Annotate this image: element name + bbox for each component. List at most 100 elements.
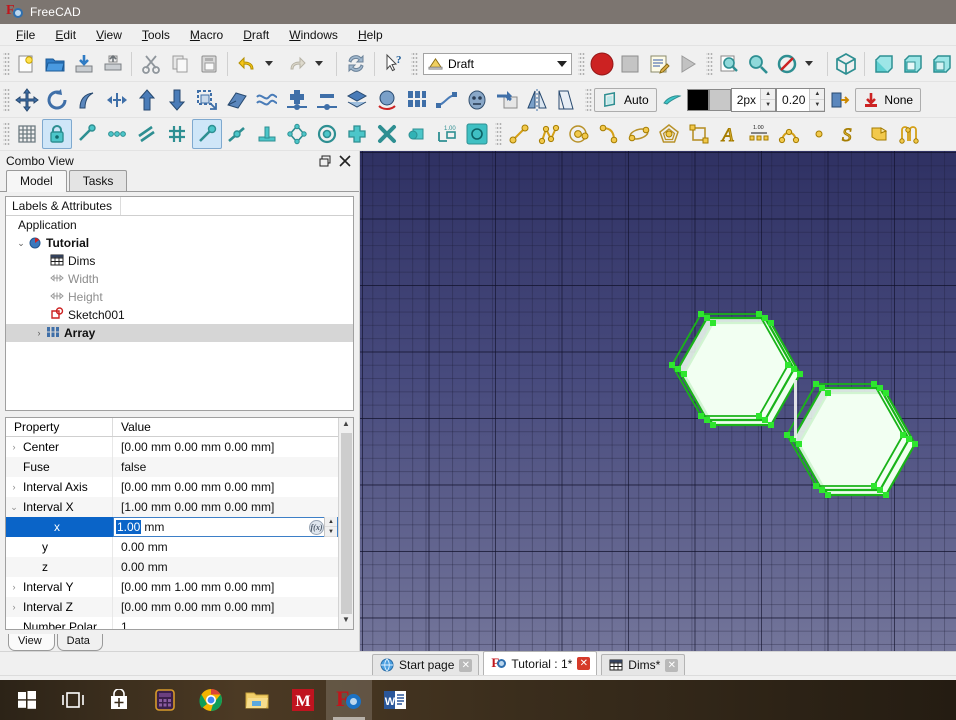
- toolbar-grip[interactable]: [3, 122, 10, 146]
- add-point-icon[interactable]: [282, 85, 312, 115]
- line-color-swatch[interactable]: [687, 89, 709, 111]
- join-icon[interactable]: [372, 85, 402, 115]
- circle-icon[interactable]: [564, 119, 594, 149]
- property-editor[interactable]: Property Value ›Center [0.00 mm 0.00 mm …: [5, 417, 354, 630]
- toolbar-grip[interactable]: [3, 52, 10, 76]
- microsoft-word[interactable]: W: [372, 680, 418, 720]
- file-explorer[interactable]: [234, 680, 280, 720]
- chevron-down-icon[interactable]: ⌄: [14, 238, 28, 249]
- snap-extension-icon[interactable]: [222, 119, 252, 149]
- tab-tasks[interactable]: Tasks: [69, 170, 128, 191]
- google-chrome[interactable]: [188, 680, 234, 720]
- line-color-icon[interactable]: [657, 85, 687, 115]
- snap-intersection-icon[interactable]: [372, 119, 402, 149]
- property-row-interval-y[interactable]: ›Interval Y [0.00 mm 1.00 mm 0.00 mm]: [6, 577, 338, 597]
- toggle-grid-icon[interactable]: [462, 119, 492, 149]
- whats-this-icon[interactable]: ?: [379, 49, 408, 79]
- snap-center-icon[interactable]: [312, 119, 342, 149]
- shape-2d-view-icon[interactable]: [222, 85, 252, 115]
- fx-expression-icon[interactable]: f(x): [309, 520, 324, 535]
- zoom-box-icon[interactable]: [743, 49, 772, 79]
- snap-ortho-icon[interactable]: [342, 119, 372, 149]
- cut-icon[interactable]: [136, 49, 165, 79]
- hexagonal-prism-2[interactable]: [784, 381, 918, 498]
- property-row-x[interactable]: x 1.00 mm f(x) ▲▼: [6, 517, 338, 537]
- draw-style-icon[interactable]: [772, 49, 801, 79]
- tab-model[interactable]: Model: [6, 170, 67, 192]
- toolbar-grip[interactable]: [495, 122, 502, 146]
- snap-lock-icon[interactable]: [42, 119, 72, 149]
- draw-style-dropdown-icon[interactable]: [801, 49, 822, 79]
- apply-style-icon[interactable]: [825, 85, 855, 115]
- shapestring-icon[interactable]: [894, 119, 924, 149]
- close-panel-icon[interactable]: [338, 155, 351, 168]
- tree-item-tutorial[interactable]: ⌄ Tutorial: [6, 234, 353, 252]
- undo-icon[interactable]: [232, 49, 261, 79]
- start-button[interactable]: [4, 680, 50, 720]
- line-icon[interactable]: [504, 119, 534, 149]
- scroll-down-icon[interactable]: ▼: [342, 615, 350, 628]
- print-icon[interactable]: [99, 49, 128, 79]
- fit-all-icon[interactable]: [715, 49, 744, 79]
- tree-item-width[interactable]: Width: [6, 270, 353, 288]
- macro-execute-icon[interactable]: [674, 49, 703, 79]
- chevron-right-icon[interactable]: ›: [8, 482, 20, 492]
- doc-tab-start-page[interactable]: Start page ✕: [372, 654, 479, 675]
- snap-grid-icon[interactable]: [12, 119, 42, 149]
- redo-dropdown-icon[interactable]: [311, 49, 332, 79]
- property-scrollbar[interactable]: ▲ ▼: [338, 418, 353, 629]
- refresh-icon[interactable]: [341, 49, 370, 79]
- point-icon[interactable]: [804, 119, 834, 149]
- line-width-spin-buttons[interactable]: ▲▼: [760, 89, 775, 111]
- tree-item-array[interactable]: › Array: [6, 324, 353, 342]
- tree-item-dims[interactable]: Dims: [6, 252, 353, 270]
- scrollbar-thumb[interactable]: [341, 433, 352, 614]
- task-view-button[interactable]: [50, 680, 96, 720]
- property-row-number-polar[interactable]: Number Polar 1: [6, 617, 338, 630]
- isometric-view-icon[interactable]: [831, 49, 860, 79]
- copy-icon[interactable]: [165, 49, 194, 79]
- chevron-right-icon[interactable]: ›: [8, 602, 20, 612]
- text-icon[interactable]: A: [714, 119, 744, 149]
- autogroup-button[interactable]: None: [855, 88, 921, 112]
- calculator-app[interactable]: [142, 680, 188, 720]
- snap-angle-icon[interactable]: [282, 119, 312, 149]
- property-row-interval-x[interactable]: ⌄Interval X [1.00 mm 0.00 mm 0.00 mm]: [6, 497, 338, 517]
- toolbar-grip[interactable]: [3, 88, 10, 112]
- snap-parallel-icon[interactable]: [132, 119, 162, 149]
- snap-near-icon[interactable]: [192, 119, 222, 149]
- snap-endpoint-icon[interactable]: [72, 119, 102, 149]
- working-plane-button[interactable]: Auto: [594, 88, 657, 112]
- macro-record-icon[interactable]: [587, 49, 616, 79]
- redo-icon[interactable]: [282, 49, 311, 79]
- menu-draft[interactable]: Draft: [233, 26, 279, 44]
- scale-icon[interactable]: [192, 85, 222, 115]
- macro-stop-icon[interactable]: [616, 49, 645, 79]
- menu-file[interactable]: File: [6, 26, 45, 44]
- freecad-app[interactable]: F: [326, 680, 372, 720]
- toolbar-grip[interactable]: [706, 52, 713, 76]
- stretch-icon[interactable]: [552, 85, 582, 115]
- rotate-icon[interactable]: [42, 85, 72, 115]
- arc-icon[interactable]: [594, 119, 624, 149]
- chevron-down-icon[interactable]: [557, 61, 567, 67]
- snap-grid-intersection-icon[interactable]: [162, 119, 192, 149]
- dimension-icon[interactable]: 1.00: [744, 119, 774, 149]
- clone-icon[interactable]: [462, 85, 492, 115]
- toolbar-grip[interactable]: [585, 88, 592, 112]
- menu-windows[interactable]: Windows: [279, 26, 348, 44]
- top-view-icon[interactable]: [898, 49, 927, 79]
- mirror-icon[interactable]: [522, 85, 552, 115]
- new-document-icon[interactable]: [12, 49, 41, 79]
- snap-perpendicular-icon[interactable]: [252, 119, 282, 149]
- delete-point-icon[interactable]: [312, 85, 342, 115]
- scroll-up-icon[interactable]: ▲: [342, 419, 350, 432]
- array-icon[interactable]: [402, 85, 432, 115]
- paste-icon[interactable]: [194, 49, 223, 79]
- trimex-icon[interactable]: [102, 85, 132, 115]
- menu-tools[interactable]: Tools: [132, 26, 180, 44]
- close-icon[interactable]: ✕: [577, 657, 590, 670]
- polygon-icon[interactable]: [654, 119, 684, 149]
- snap-dimensions-icon[interactable]: 1.00: [432, 119, 462, 149]
- draft-to-sketch-icon[interactable]: [252, 85, 282, 115]
